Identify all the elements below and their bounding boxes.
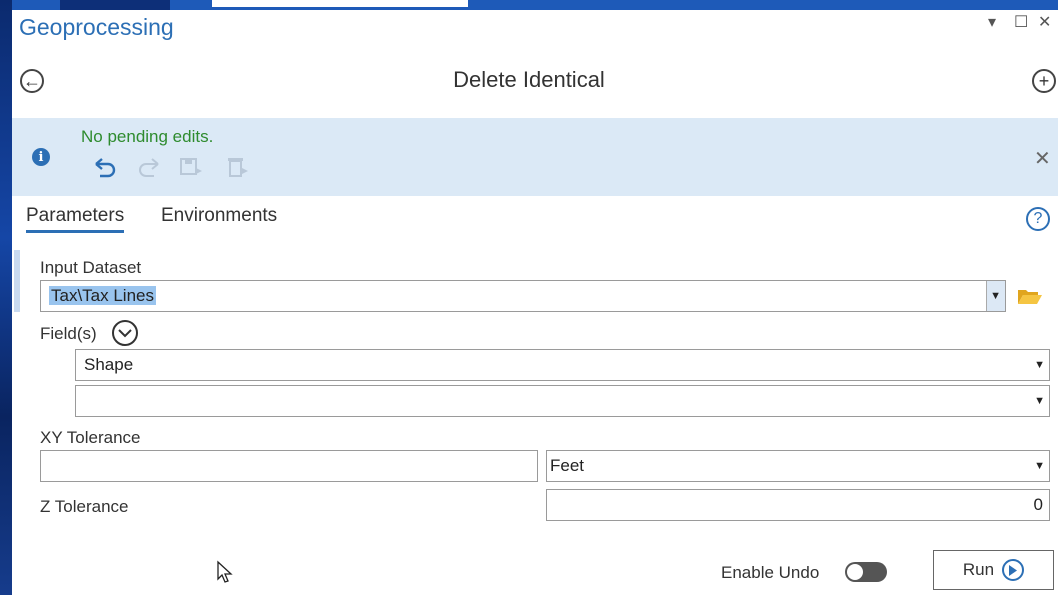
desktop-taskbar-strip [0,0,1058,10]
pane-title: Geoprocessing [19,14,174,40]
xy-tolerance-label: XY Tolerance [40,428,141,447]
maximize-icon[interactable]: ☐ [1014,12,1028,32]
active-parameter-marker [14,250,20,312]
play-icon [1002,559,1025,581]
tab-parameters[interactable]: Parameters [26,205,125,233]
plus-icon: + [1038,71,1050,91]
z-tolerance-input[interactable]: 0 [546,489,1050,521]
enable-undo-toggle[interactable] [845,562,887,582]
expand-fields-chevron-icon[interactable] [112,320,138,346]
chevron-down-icon: ▼ [1034,359,1045,371]
discard-edits-icon[interactable] [224,156,250,184]
save-edits-icon[interactable] [178,156,204,184]
browse-folder-icon[interactable] [1017,287,1043,305]
mouse-pointer-icon [216,560,234,589]
field-select-1[interactable]: Shape ▼ [75,349,1050,381]
input-dataset-combobox[interactable]: Tax\Tax Lines ▼ [40,280,1006,312]
z-tolerance-value: 0 [1033,495,1043,514]
field-select-2[interactable]: ▼ [75,385,1050,417]
input-dataset-value: Tax\Tax Lines [49,286,156,305]
field-select-1-value: Shape [84,355,134,374]
input-dataset-dropdown-button[interactable]: ▼ [986,281,1005,311]
z-tolerance-label: Z Tolerance [40,497,129,516]
chevron-down-icon: ▼ [1034,395,1045,407]
help-icon: ? [1033,210,1043,227]
fields-label: Field(s) [40,324,97,343]
xy-tolerance-unit-value: Feet [550,456,585,475]
chevron-down-icon: ▼ [1034,460,1045,472]
close-pane-icon[interactable]: ✕ [1038,12,1051,32]
pin-dropdown-icon[interactable]: ▾ [988,12,996,32]
enable-undo-label: Enable Undo [721,563,820,582]
close-info-icon[interactable]: ✕ [1034,146,1051,171]
tab-environments[interactable]: Environments [161,205,277,227]
add-button[interactable]: + [1032,69,1056,93]
help-button[interactable]: ? [1026,207,1050,231]
tool-title: Delete Identical [453,67,605,92]
xy-tolerance-unit-select[interactable]: Feet ▼ [546,450,1050,482]
chevron-down-icon: ▼ [990,290,1001,302]
info-icon: i [32,148,50,166]
xy-tolerance-input[interactable] [40,450,538,482]
input-dataset-label: Input Dataset [40,258,142,277]
redo-icon[interactable] [136,156,162,184]
run-button[interactable]: Run [933,550,1054,590]
undo-icon[interactable] [92,156,118,184]
run-button-label: Run [962,560,995,579]
toggle-knob [847,564,863,580]
pending-edits-message: No pending edits. [81,127,214,146]
